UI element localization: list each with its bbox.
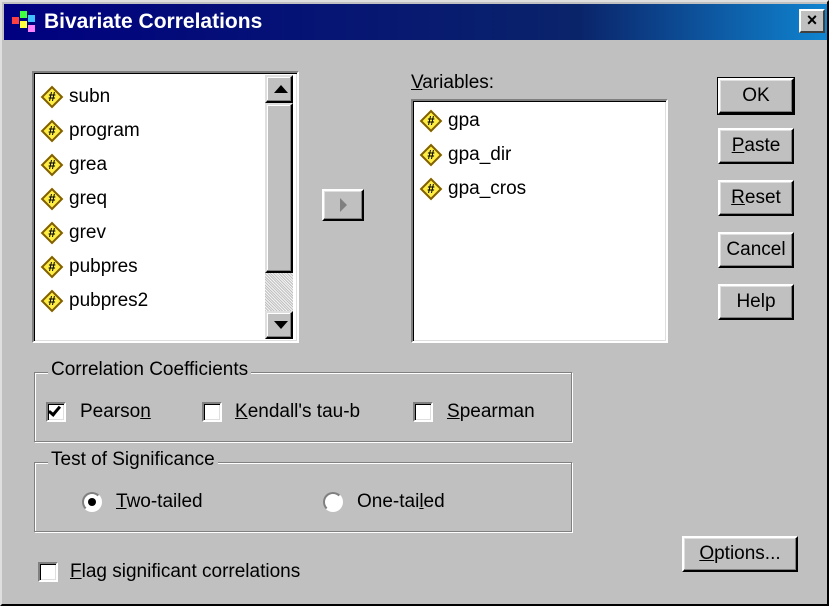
- list-item[interactable]: # gpa_dir: [419, 140, 511, 170]
- pearson-checkbox[interactable]: [46, 402, 66, 422]
- variables-label: Variables:: [411, 72, 495, 93]
- window-title: Bivariate Correlations: [44, 9, 263, 33]
- kendall-label[interactable]: Kendall's tau-b: [235, 401, 360, 423]
- list-item[interactable]: # gpa: [419, 106, 480, 136]
- list-item[interactable]: # pubpres: [40, 252, 138, 282]
- ok-button[interactable]: OK: [717, 77, 795, 115]
- list-item[interactable]: # program: [40, 116, 140, 146]
- arrow-right-icon: [340, 198, 347, 212]
- pearson-label[interactable]: Pearson: [80, 401, 151, 423]
- numeric-variable-icon: #: [40, 119, 64, 143]
- flag-significant-checkbox[interactable]: [38, 562, 58, 582]
- cancel-button[interactable]: Cancel: [718, 232, 794, 268]
- variable-label: greq: [69, 188, 108, 209]
- one-tailed-radio[interactable]: [323, 492, 343, 512]
- numeric-variable-icon: #: [40, 187, 64, 211]
- numeric-variable-icon: #: [419, 109, 443, 133]
- options-button[interactable]: Options...: [682, 536, 798, 572]
- scroll-track[interactable]: [265, 273, 293, 311]
- test-of-significance-group: [34, 462, 572, 532]
- list-item[interactable]: # grev: [40, 218, 106, 248]
- test-of-significance-label: Test of Significance: [48, 449, 218, 471]
- numeric-variable-icon: #: [40, 85, 64, 109]
- variable-label: grea: [69, 154, 108, 175]
- numeric-variable-icon: #: [419, 177, 443, 201]
- move-to-variables-button[interactable]: [322, 189, 364, 221]
- variable-label: pubpres: [69, 256, 138, 277]
- spearman-checkbox[interactable]: [413, 402, 433, 422]
- variable-label: gpa_cros: [448, 178, 527, 199]
- variables-list[interactable]: # gpa # gpa_dir # gpa_cros: [411, 99, 668, 343]
- list-item[interactable]: # subn: [40, 82, 110, 112]
- variable-label: gpa_dir: [448, 144, 512, 165]
- variable-label: subn: [69, 86, 111, 107]
- app-icon: [10, 9, 40, 35]
- bivariate-correlations-dialog: Bivariate Correlations × # subn # progra…: [0, 0, 829, 606]
- two-tailed-radio[interactable]: [82, 492, 102, 512]
- paste-button[interactable]: Paste: [718, 128, 794, 164]
- arrow-up-icon: [274, 85, 288, 93]
- numeric-variable-icon: #: [40, 289, 64, 313]
- scroll-up-button[interactable]: [265, 75, 293, 103]
- variable-label: gpa: [448, 110, 480, 131]
- variable-label: pubpres2: [69, 290, 149, 311]
- list-item[interactable]: # gpa_cros: [419, 174, 526, 204]
- close-icon: ×: [806, 10, 818, 30]
- check-icon: [47, 403, 62, 417]
- numeric-variable-icon: #: [40, 255, 64, 279]
- scroll-thumb[interactable]: [265, 103, 293, 273]
- title-bar[interactable]: Bivariate Correlations ×: [4, 4, 827, 40]
- correlation-coefficients-label: Correlation Coefficients: [48, 359, 252, 381]
- numeric-variable-icon: #: [419, 143, 443, 167]
- variable-label: grev: [69, 222, 106, 243]
- source-variable-list[interactable]: # subn # program # grea # greq # grev # …: [32, 71, 299, 343]
- help-button[interactable]: Help: [718, 284, 794, 320]
- numeric-variable-icon: #: [40, 221, 64, 245]
- list-item[interactable]: # pubpres2: [40, 286, 148, 316]
- variable-label: program: [69, 120, 140, 141]
- radio-selected-dot: [88, 498, 96, 506]
- two-tailed-label[interactable]: Two-tailed: [116, 491, 203, 513]
- scroll-down-button[interactable]: [265, 311, 293, 339]
- flag-significant-label[interactable]: Flag significant correlations: [70, 561, 300, 583]
- close-button[interactable]: ×: [799, 9, 825, 33]
- reset-button[interactable]: Reset: [718, 180, 794, 216]
- list-item[interactable]: # greq: [40, 184, 107, 214]
- arrow-down-icon: [274, 321, 288, 329]
- list-item[interactable]: # grea: [40, 150, 107, 180]
- kendall-checkbox[interactable]: [202, 402, 222, 422]
- spearman-label[interactable]: Spearman: [447, 401, 535, 423]
- vertical-scrollbar[interactable]: [265, 75, 293, 339]
- numeric-variable-icon: #: [40, 153, 64, 177]
- one-tailed-label[interactable]: One-tailed: [357, 491, 445, 513]
